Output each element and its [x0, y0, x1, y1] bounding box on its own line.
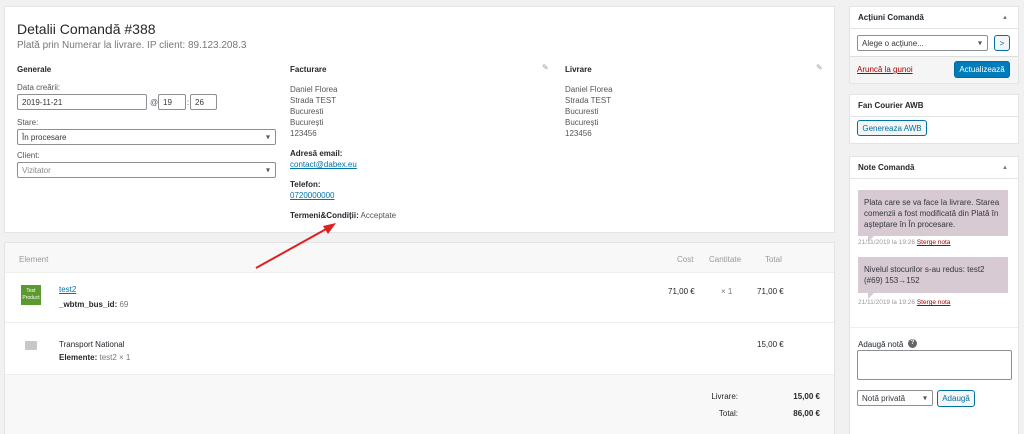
- shipping-items: Elemente: test2 × 1: [59, 353, 130, 362]
- notes-heading: Note Comandă: [858, 163, 915, 172]
- actions-header[interactable]: Acțiuni Comandă ▲: [850, 7, 1018, 29]
- actions-footer: Aruncă la gunoi Actualizează: [850, 56, 1018, 83]
- actions-heading: Acțiuni Comandă: [858, 13, 924, 22]
- billing-county: București: [290, 118, 324, 127]
- totals-area: Livrare: 15,00 € Total: 86,00 €: [5, 375, 834, 434]
- billing-name: Daniel Florea: [290, 85, 338, 94]
- order-notes-box: Note Comandă ▲ Plata care se va face la …: [849, 156, 1019, 434]
- note-date: 21/11/2019 la 19:26: [858, 239, 915, 246]
- shipping-heading: Livrare: [565, 65, 592, 74]
- order-action-select[interactable]: Alege o acțiune...: [857, 35, 988, 51]
- col-total: Total: [765, 255, 782, 264]
- delete-note-link[interactable]: Șterge nota: [917, 299, 951, 306]
- page-title: Detalii Comandă #388: [17, 21, 156, 37]
- table-row: Test Product test2 _wbtm_bus_id: 69 71,0…: [5, 273, 834, 323]
- shipping-total: 15,00 €: [757, 340, 784, 349]
- product-qty: × 1: [721, 287, 733, 296]
- trash-link[interactable]: Aruncă la gunoi: [857, 65, 913, 74]
- collapse-icon[interactable]: ▲: [1002, 15, 1008, 21]
- meta-value: 69: [119, 300, 129, 309]
- edit-shipping-icon[interactable]: ✎: [816, 63, 823, 72]
- shipping-items-value: test2 × 1: [99, 353, 131, 362]
- shipping-items-label: Elemente:: [59, 353, 98, 362]
- note-date: 21/11/2019 la 19:26: [858, 299, 915, 306]
- status-label: Stare:: [17, 118, 39, 127]
- note-item: Plata care se va face la livrare. Starea…: [858, 190, 1008, 242]
- shipping-city: Bucuresti: [565, 107, 599, 116]
- at-symbol: @: [150, 98, 159, 107]
- minute-input[interactable]: 26: [190, 94, 217, 110]
- product-thumbnail: Test Product: [21, 285, 41, 305]
- order-action-value: Alege o acțiune...: [862, 38, 924, 48]
- billing-street: Strada TEST: [290, 96, 337, 105]
- delivery-label: Livrare:: [711, 392, 738, 401]
- billing-city: Bucuresti: [290, 107, 324, 116]
- total-label: Total:: [718, 409, 738, 418]
- note-textarea[interactable]: [857, 350, 1012, 380]
- date-label: Data creării:: [17, 83, 61, 92]
- note-meta: 21/11/2019 la 19:26 Șterge nota: [858, 239, 950, 246]
- client-select-value: Vizitator: [22, 165, 51, 175]
- generate-awb-button[interactable]: Genereaza AWB: [857, 120, 927, 136]
- client-select[interactable]: Vizitator: [17, 162, 276, 178]
- status-select[interactable]: În procesare: [17, 129, 276, 145]
- shipping-icon: [25, 341, 37, 350]
- product-total: 71,00 €: [757, 287, 784, 296]
- shipping-row: Transport National Elemente: test2 × 1 1…: [5, 323, 834, 375]
- hour-input[interactable]: 19: [158, 94, 186, 110]
- billing-zip: 123456: [290, 129, 317, 138]
- time-colon: :: [187, 98, 190, 107]
- awb-heading: Fan Courier AWB: [858, 101, 924, 110]
- col-element: Element: [19, 255, 49, 264]
- add-note-area: Adaugă notă ? Notă privată Adaugă: [850, 327, 1018, 434]
- order-subtitle: Plată prin Numerar la livrare. IP client…: [17, 40, 247, 51]
- shipping-method-name: Transport National: [59, 340, 125, 349]
- total-value: 86,00 €: [793, 409, 820, 418]
- col-cost: Cost: [677, 255, 694, 264]
- email-link[interactable]: contact@dabex.eu: [290, 160, 357, 169]
- product-meta: _wbtm_bus_id: 69: [59, 300, 128, 309]
- terms-label: Termeni&Condiții:: [290, 211, 359, 220]
- items-header-row: Element Cost Cantitate Total: [5, 243, 834, 273]
- apply-action-button[interactable]: >: [994, 35, 1010, 51]
- terms-row: Termeni&Condiții: Acceptate: [290, 211, 396, 220]
- awb-header: Fan Courier AWB: [850, 95, 1018, 117]
- shipping-name: Daniel Florea: [565, 85, 613, 94]
- order-details-panel: Detalii Comandă #388 Plată prin Numerar …: [4, 6, 835, 233]
- awb-box: Fan Courier AWB Genereaza AWB: [849, 94, 1019, 144]
- delivery-value: 15,00 €: [793, 392, 820, 401]
- phone-link[interactable]: 0720000000: [290, 191, 335, 200]
- shipping-zip: 123456: [565, 129, 592, 138]
- client-label: Client:: [17, 151, 40, 160]
- notes-header[interactable]: Note Comandă ▲: [850, 157, 1018, 179]
- order-actions-box: Acțiuni Comandă ▲ Alege o acțiune... > A…: [849, 6, 1019, 84]
- note-item: Nivelul stocurilor s-au redus: test2 (#6…: [858, 257, 1008, 299]
- add-note-label: Adaugă notă: [858, 340, 904, 349]
- phone-label: Telefon:: [290, 180, 321, 189]
- collapse-icon[interactable]: ▲: [1002, 165, 1008, 171]
- status-select-value: În procesare: [22, 132, 67, 142]
- email-label: Adresă email:: [290, 149, 343, 158]
- meta-key: _wbtm_bus_id:: [59, 300, 118, 309]
- note-meta: 21/11/2019 la 19:26 Șterge nota: [858, 299, 950, 306]
- date-input[interactable]: 2019-11-21: [17, 94, 147, 110]
- product-link[interactable]: test2: [59, 285, 76, 294]
- order-items-panel: Element Cost Cantitate Total Test Produc…: [4, 242, 835, 434]
- terms-value: Acceptate: [360, 211, 397, 220]
- shipping-county: București: [565, 118, 599, 127]
- shipping-street: Strada TEST: [565, 96, 612, 105]
- billing-heading: Facturare: [290, 65, 327, 74]
- col-qty: Cantitate: [709, 255, 742, 264]
- note-type-select[interactable]: Notă privată: [857, 390, 933, 406]
- general-heading: Generale: [17, 65, 52, 74]
- help-icon[interactable]: ?: [908, 339, 917, 348]
- delete-note-link[interactable]: Șterge nota: [917, 239, 951, 246]
- edit-billing-icon[interactable]: ✎: [542, 63, 549, 72]
- update-button[interactable]: Actualizează: [954, 61, 1010, 78]
- add-note-button[interactable]: Adaugă: [937, 390, 975, 407]
- product-cost: 71,00 €: [668, 287, 695, 296]
- note-type-value: Notă privată: [862, 393, 906, 403]
